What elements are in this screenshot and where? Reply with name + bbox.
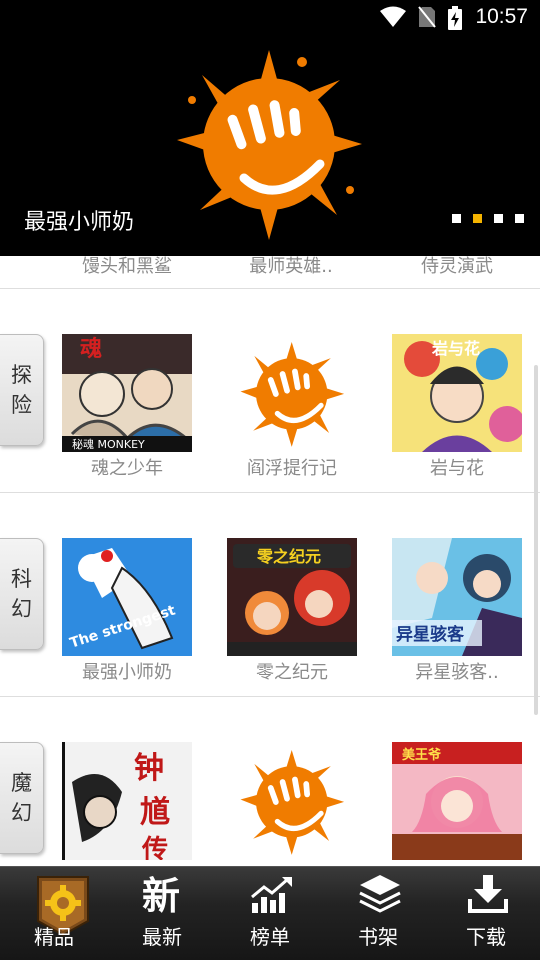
category-row: 魔 幻 钟 馗 传 美王爷 xyxy=(0,697,540,866)
featured-banner[interactable]: 最强小师奶 xyxy=(0,36,540,256)
category-tab-fantasy[interactable]: 魔 幻 xyxy=(0,742,44,854)
chart-icon xyxy=(251,877,292,913)
comic-title[interactable]: 侍灵演武 xyxy=(382,256,532,278)
category-tab-adventure[interactable]: 探 险 xyxy=(0,334,44,446)
banner-title: 最强小师奶 xyxy=(24,210,135,235)
comic-item[interactable]: 魂 秘魂 MONKEY 魂之少年 xyxy=(62,334,192,480)
wifi-icon xyxy=(380,6,406,27)
comic-title[interactable]: 最师英雄.. xyxy=(216,256,366,278)
comic-cover-placeholder[interactable] xyxy=(227,742,357,860)
svg-text:美王爷: 美王爷 xyxy=(402,747,442,763)
svg-text:传: 传 xyxy=(141,835,168,860)
banner-pager xyxy=(452,214,524,223)
cover-caption: 异星骇客 xyxy=(396,624,465,645)
app-logo-splat-icon xyxy=(177,50,362,240)
comic-item[interactable] xyxy=(227,742,357,862)
comic-title: 最强小师奶 xyxy=(82,662,172,683)
comic-item[interactable]: 阎浮提行记 xyxy=(227,334,357,480)
nav-tab-featured[interactable]: 精品 xyxy=(0,867,108,960)
previous-row: 馒头和黑鲨 最师英雄.. 侍灵演武 xyxy=(0,256,540,289)
pager-dot xyxy=(452,214,461,223)
comic-title: 阎浮提行记 xyxy=(247,458,337,479)
cover-caption: 秘魂 MONKEY xyxy=(72,437,145,451)
svg-text:魂: 魂 xyxy=(80,336,102,362)
category-list[interactable]: 馒头和黑鲨 最师英雄.. 侍灵演武 探 险 魂 秘魂 MONKEY 魂之少年 阎… xyxy=(0,256,540,866)
category-tab-label: 幻 xyxy=(11,597,32,621)
nav-tab-latest[interactable]: 新 最新 xyxy=(108,867,216,960)
nav-label: 最新 xyxy=(142,925,182,949)
battery-charging-icon xyxy=(448,6,462,30)
no-sim-icon xyxy=(418,6,436,28)
nav-label: 榜单 xyxy=(250,925,290,949)
comic-cover[interactable]: 钟 馗 传 xyxy=(62,742,192,860)
comic-cover[interactable]: 美王爷 xyxy=(392,742,522,860)
nav-tab-download[interactable]: 下载 xyxy=(432,867,540,960)
pager-dot xyxy=(515,214,524,223)
placeholder-logo-icon xyxy=(235,334,349,452)
comic-cover[interactable]: 异星骇客 xyxy=(392,538,522,656)
comic-item[interactable]: 异星骇客 异星骇客.. xyxy=(392,538,522,684)
bottom-navigation: 精品 新 最新 榜单 书架 下载 xyxy=(0,866,540,960)
cover-caption: 钟 xyxy=(134,751,164,786)
scrollbar[interactable] xyxy=(534,365,538,715)
category-tab-label: 幻 xyxy=(11,801,32,825)
comic-title: 岩与花 xyxy=(430,458,484,479)
nav-label: 下载 xyxy=(466,925,506,949)
comic-cover[interactable]: 魂 秘魂 MONKEY xyxy=(62,334,192,452)
layers-icon xyxy=(359,875,401,913)
comic-cover[interactable]: The strongest xyxy=(62,538,192,656)
comic-item[interactable]: 美王爷 xyxy=(392,742,522,862)
svg-text:岩与花: 岩与花 xyxy=(431,339,480,358)
svg-text:馗: 馗 xyxy=(140,795,170,830)
comic-title[interactable]: 馒头和黑鲨 xyxy=(52,256,202,278)
placeholder-logo-icon xyxy=(235,742,349,860)
comic-cover[interactable]: 岩与花 xyxy=(392,334,522,452)
category-row: 科 幻 The strongest 最强小师奶 零之纪元 零之纪元 异星骇客 异… xyxy=(0,493,540,697)
status-bar: 10:57 xyxy=(0,0,540,36)
category-tab-label: 魔 xyxy=(11,771,32,795)
nav-tab-bookshelf[interactable]: 书架 xyxy=(324,867,432,960)
comic-cover[interactable]: 零之纪元 xyxy=(227,538,357,656)
category-tab-label: 科 xyxy=(11,567,32,591)
nav-tab-ranking[interactable]: 榜单 xyxy=(216,867,324,960)
svg-text:新: 新 xyxy=(142,874,180,915)
cover-caption: 零之纪元 xyxy=(256,547,321,566)
comic-title: 零之纪元 xyxy=(256,662,328,683)
comic-cover-placeholder[interactable] xyxy=(227,334,357,452)
category-tab-scifi[interactable]: 科 幻 xyxy=(0,538,44,650)
comic-title: 异星骇客.. xyxy=(415,662,499,683)
comic-title: 魂之少年 xyxy=(91,458,163,479)
comic-item[interactable]: 零之纪元 零之纪元 xyxy=(227,538,357,684)
nav-label: 书架 xyxy=(358,925,398,949)
pager-dot xyxy=(494,214,503,223)
download-icon xyxy=(468,875,508,913)
comic-item[interactable]: The strongest 最强小师奶 xyxy=(62,538,192,684)
comic-item[interactable]: 岩与花 岩与花 xyxy=(392,334,522,480)
category-tab-label: 探 xyxy=(11,363,32,387)
nav-label: 精品 xyxy=(34,925,74,949)
pager-dot-active xyxy=(473,214,482,223)
new-icon: 新 xyxy=(142,874,180,915)
category-row: 探 险 魂 秘魂 MONKEY 魂之少年 阎浮提行记 岩与花 岩与花 xyxy=(0,289,540,493)
category-tab-label: 险 xyxy=(11,393,32,417)
clock: 10:57 xyxy=(475,5,528,28)
comic-item[interactable]: 钟 馗 传 xyxy=(62,742,192,862)
